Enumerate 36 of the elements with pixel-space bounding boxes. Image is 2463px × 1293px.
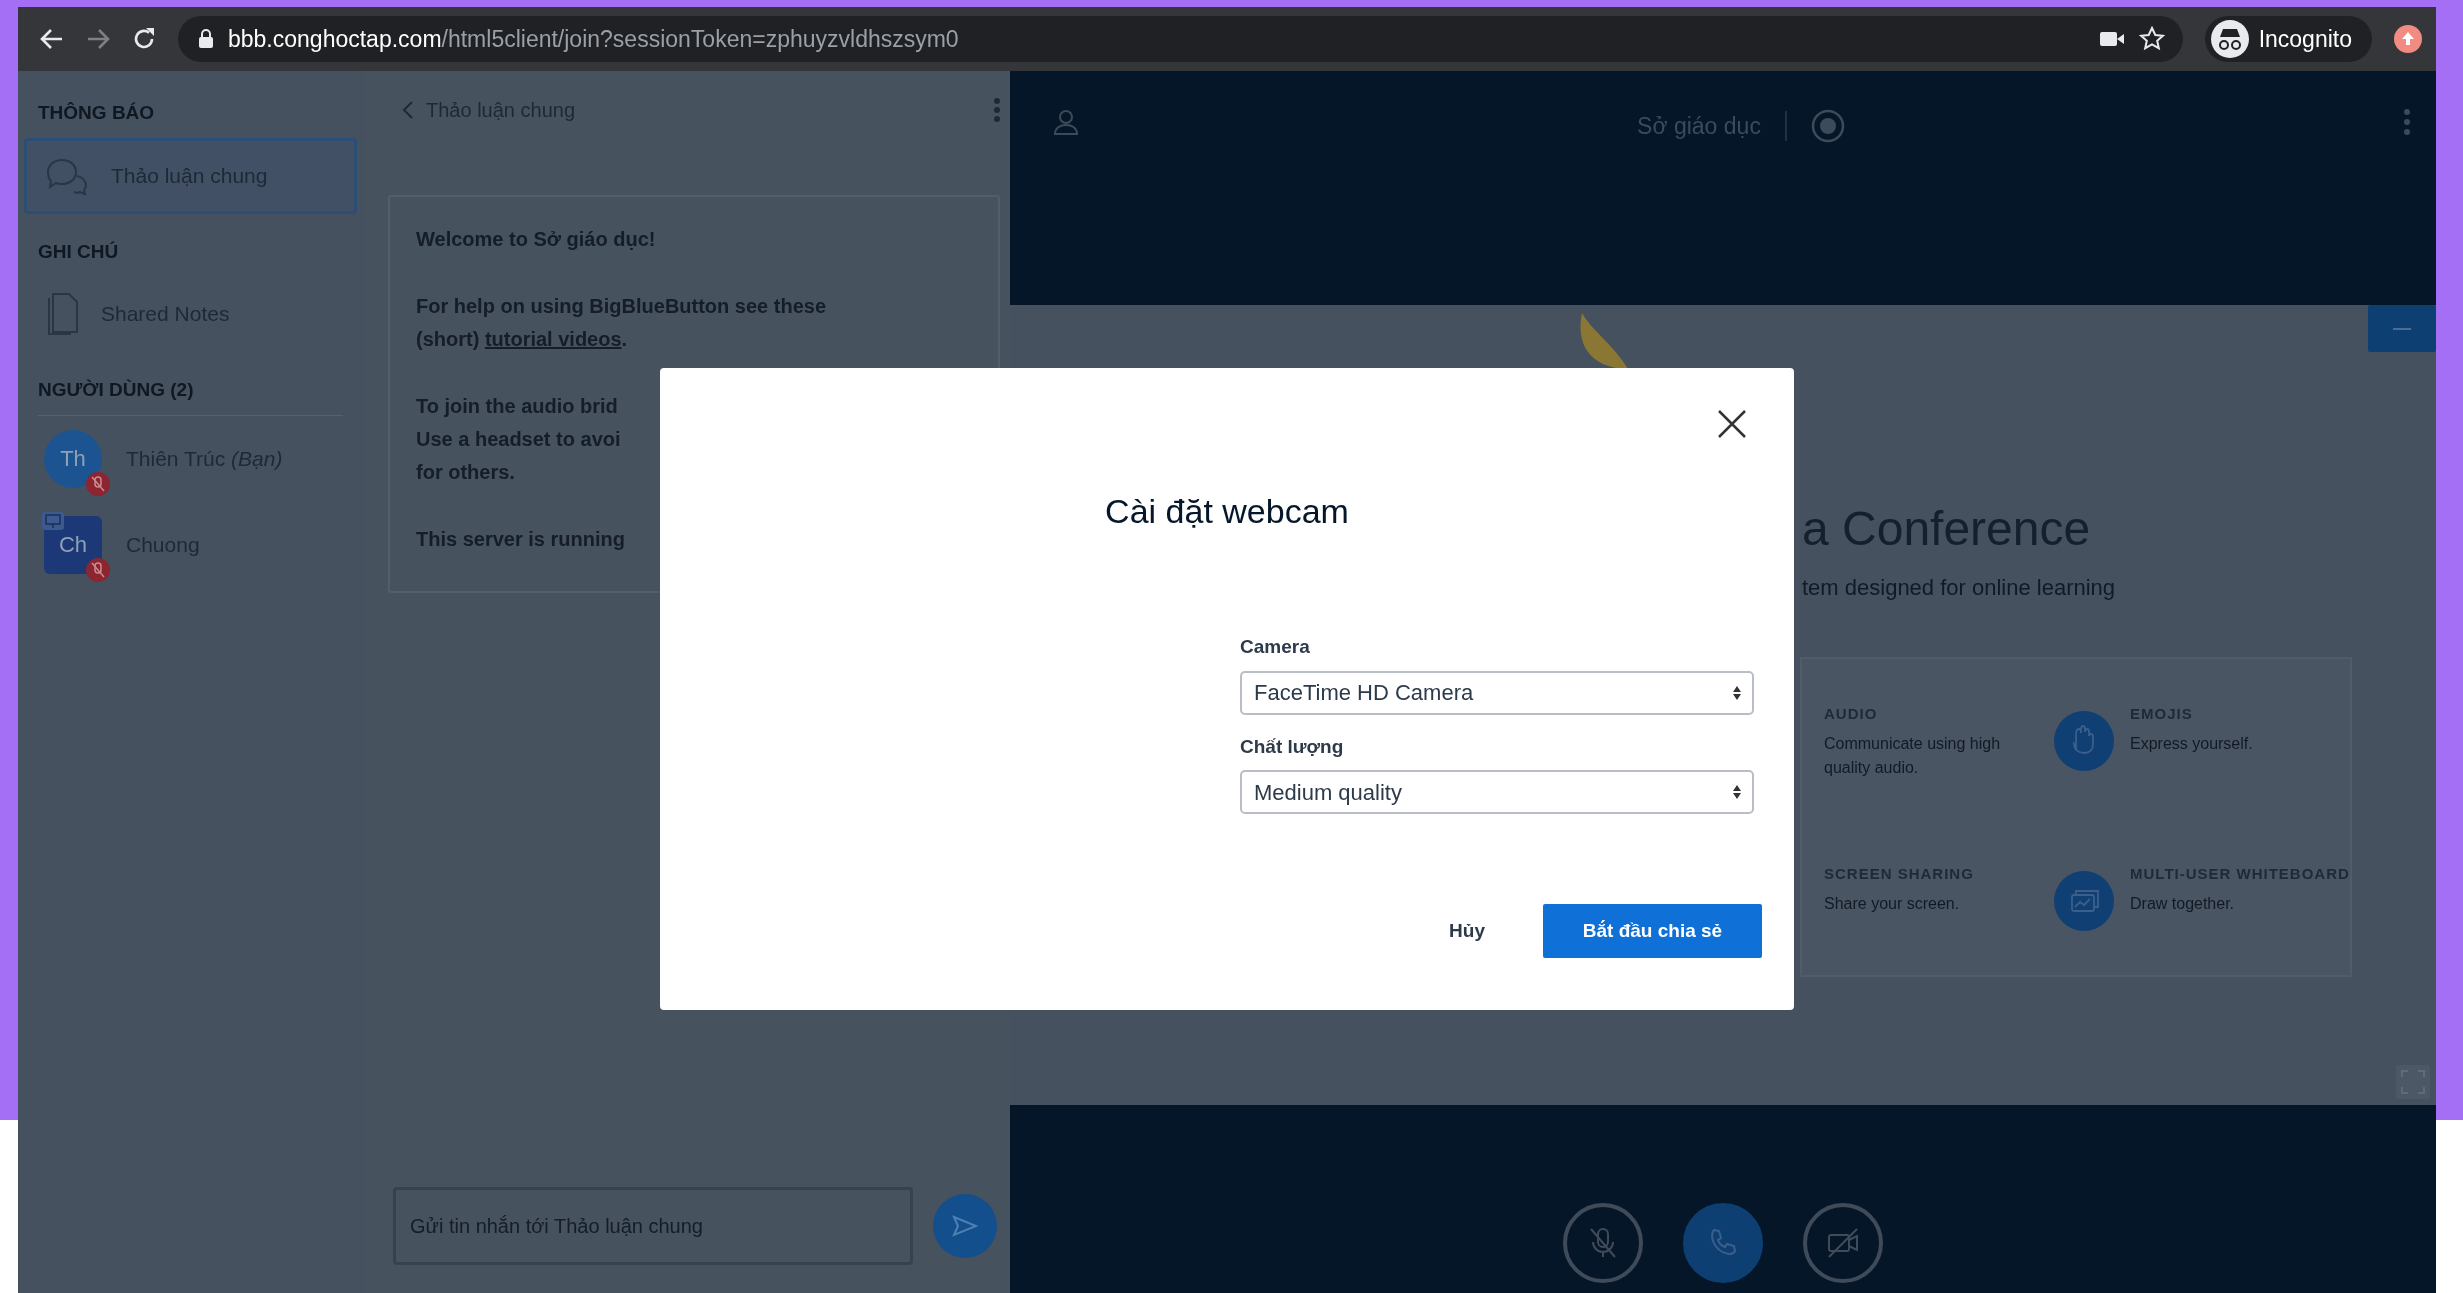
reload-icon[interactable]: [132, 27, 156, 51]
fullscreen-icon[interactable]: [2396, 1065, 2430, 1099]
back-icon[interactable]: [40, 28, 64, 50]
incognito-icon: [2210, 20, 2249, 58]
back-chevron-icon[interactable]: [402, 100, 414, 120]
profile-button[interactable]: Incognito: [2204, 16, 2372, 62]
dropdown-field[interactable]: FaceTime HD Camera: [1240, 670, 1754, 715]
lock-icon: [198, 29, 214, 49]
feature-description: Share your screen.: [1824, 893, 1961, 914]
slide-subheading: tem designed for online learning: [1802, 574, 2116, 602]
feature-description: Communicate using high quality audio.: [1824, 733, 2002, 778]
field-label: Camera: [1240, 635, 1311, 659]
field-label: Chất lượng: [1240, 734, 1345, 759]
update-icon[interactable]: [2394, 25, 2422, 53]
forward-icon[interactable]: [86, 28, 110, 50]
video-camera-icon[interactable]: [2098, 31, 2125, 47]
mute-button[interactable]: [1563, 1203, 1643, 1283]
cancel-button[interactable]: Hủy: [1421, 904, 1513, 958]
more-options-icon[interactable]: [2404, 109, 2410, 135]
feature-description: Express yourself.: [2130, 733, 2254, 754]
url-text: bbb.conghoctap.com/html5client/join?sessionToken=zphuyzvldhszsym0: [228, 24, 959, 54]
feature-description: Draw together.: [2130, 893, 2236, 914]
user-icon[interactable]: [1054, 109, 1078, 135]
address-bar[interactable]: bbb.conghoctap.com/html5client/join?sessionToken=zphuyzvldhszsym0: [178, 16, 2183, 62]
dropdown-field[interactable]: Medium quality: [1240, 770, 1754, 814]
camera-button[interactable]: [1803, 1203, 1883, 1283]
send-arrow-icon: [952, 1215, 978, 1237]
start-sharing-button[interactable]: Bắt đầu chia sẻ: [1543, 904, 1762, 958]
document-icon: [45, 292, 79, 336]
section-heading: GHI CHÚ: [37, 239, 120, 264]
section-heading: THÔNG BÁO: [37, 101, 156, 125]
more-options-icon[interactable]: [994, 98, 1000, 122]
dialog-title: Cài đặt webcam: [1104, 491, 1350, 532]
record-icon[interactable]: [1810, 109, 1845, 144]
star-icon[interactable]: [2138, 26, 2165, 52]
section-heading: NGƯỜI DÙNG (2): [37, 378, 195, 402]
